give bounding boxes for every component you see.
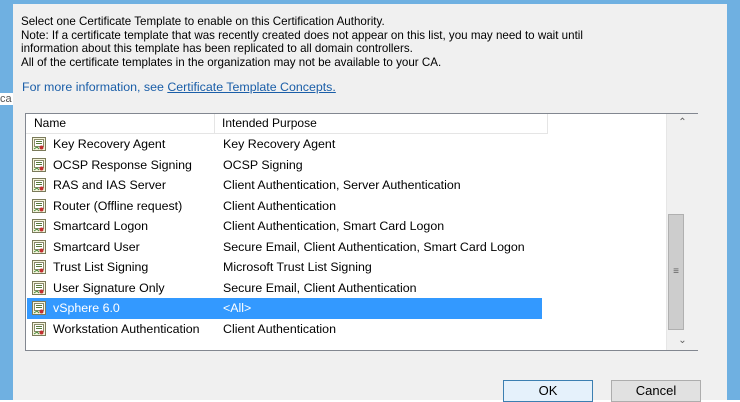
certificate-template-list[interactable]: Name Intended Purpose Key Recovery Agent…	[25, 113, 698, 351]
table-row[interactable]: Smartcard User Secure Email, Client Authe…	[27, 237, 542, 258]
description-line: Select one Certificate Template to enabl…	[21, 15, 385, 28]
certificate-template-concepts-link[interactable]: Certificate Template Concepts.	[167, 80, 336, 94]
template-name: Workstation Authentication	[53, 321, 200, 336]
column-header-intended-purpose[interactable]: Intended Purpose	[216, 114, 548, 133]
certificate-template-icon	[32, 260, 46, 274]
vertical-scrollbar[interactable]: ⌃ ≡ ⌄	[666, 114, 698, 350]
column-header-name[interactable]: Name	[26, 114, 215, 133]
window-frame-right	[727, 0, 740, 400]
table-row[interactable]: vSphere 6.0 <All>	[27, 298, 542, 319]
table-row[interactable]: User Signature Only Secure Email, Client …	[27, 278, 542, 299]
certificate-template-icon	[32, 239, 46, 254]
template-name: OCSP Response Signing	[53, 157, 192, 172]
template-intended-purpose: OCSP Signing	[223, 157, 303, 172]
template-name: RAS and IAS Server	[53, 178, 166, 192]
template-intended-purpose: <All>	[223, 301, 252, 315]
certificate-template-icon	[32, 198, 46, 213]
more-info-prefix: For more information, see	[22, 80, 168, 94]
list-rows: Key Recovery Agent Key Recovery Agent OCSP…	[26, 134, 666, 339]
template-intended-purpose: Client Authentication, Smart Card Logon	[223, 219, 445, 233]
description-line: All of the certificate templates in the …	[21, 55, 442, 69]
template-name: Key Recovery Agent	[53, 137, 166, 151]
template-intended-purpose: Client Authentication	[223, 198, 336, 213]
scrollbar-thumb[interactable]: ≡	[668, 214, 684, 330]
dialog-description: Select one Certificate Template to enabl…	[21, 15, 711, 69]
certificate-template-icon	[32, 178, 46, 192]
template-name: Smartcard User	[53, 239, 140, 254]
window-frame-left	[0, 0, 13, 400]
background-window-text: ca	[0, 93, 13, 105]
more-info-text: For more information, see Certificate Te…	[22, 80, 336, 94]
certificate-template-icon	[32, 280, 46, 295]
certificate-template-icon	[32, 137, 46, 151]
table-row[interactable]: OCSP Response Signing OCSP Signing	[27, 155, 542, 176]
certificate-template-icon	[32, 219, 46, 233]
cancel-button[interactable]: Cancel	[611, 380, 701, 402]
template-name: Router (Offline request)	[53, 198, 183, 213]
template-name: User Signature Only	[53, 280, 165, 295]
table-row[interactable]: Trust List Signing Microsoft Trust List S…	[27, 257, 542, 278]
certificate-template-icon	[32, 157, 46, 172]
template-intended-purpose: Microsoft Trust List Signing	[223, 260, 372, 274]
template-intended-purpose: Secure Email, Client Authentication	[223, 280, 417, 295]
certificate-template-icon	[32, 321, 46, 336]
list-header: Name Intended Purpose	[26, 114, 548, 134]
table-row[interactable]: RAS and IAS Server Client Authentication,…	[27, 175, 542, 196]
template-name: Smartcard Logon	[53, 219, 149, 233]
template-intended-purpose: Client Authentication	[223, 321, 336, 336]
chevron-up-icon[interactable]: ⌃	[667, 114, 698, 132]
description-line: Note: If a certificate template that was…	[21, 28, 583, 42]
template-name: Trust List Signing	[53, 260, 149, 274]
template-intended-purpose: Client Authentication, Server Authentica…	[223, 178, 461, 192]
table-row[interactable]: Router (Offline request) Client Authentic…	[27, 196, 542, 217]
chevron-down-icon[interactable]: ⌄	[667, 332, 698, 350]
table-row[interactable]: Smartcard Logon Client Authentication, Sm…	[27, 216, 542, 237]
ok-button[interactable]: OK	[503, 380, 593, 402]
table-row[interactable]: Key Recovery Agent Key Recovery Agent	[27, 134, 542, 155]
table-row[interactable]: Workstation Authentication Client Authent…	[27, 319, 542, 340]
certificate-template-icon	[32, 301, 46, 315]
template-intended-purpose: Key Recovery Agent	[223, 137, 336, 151]
scroll-grip-icon: ≡	[673, 266, 679, 277]
template-intended-purpose: Secure Email, Client Authentication, Sma…	[223, 239, 525, 254]
description-line: information about this template has been…	[21, 42, 413, 56]
template-name: vSphere 6.0	[53, 301, 120, 315]
